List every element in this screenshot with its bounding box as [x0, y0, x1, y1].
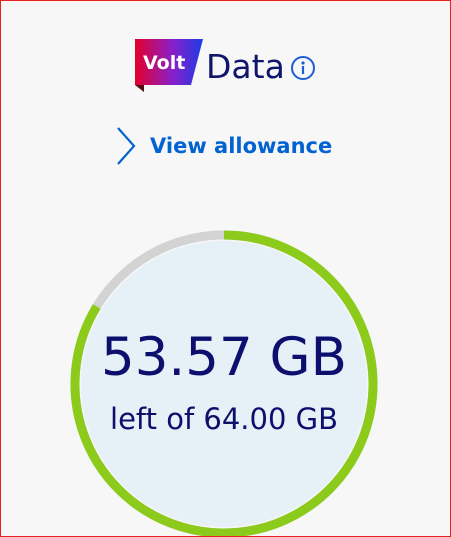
volt-logo: Volt — [135, 39, 205, 93]
remaining-amount: 53.57 GB — [100, 327, 347, 388]
info-icon[interactable] — [290, 55, 316, 81]
total-allowance: left of 64.00 GB — [110, 402, 338, 436]
logo-text: Volt — [143, 52, 185, 74]
view-allowance-label: View allowance — [150, 134, 333, 158]
data-usage-panel: Volt Data View allowance 53.57 GB left o… — [0, 0, 451, 537]
header: Volt Data — [1, 37, 450, 95]
page-title: Data — [206, 47, 285, 86]
view-allowance-link[interactable]: View allowance — [113, 125, 343, 167]
chevron-right-icon — [113, 125, 141, 167]
